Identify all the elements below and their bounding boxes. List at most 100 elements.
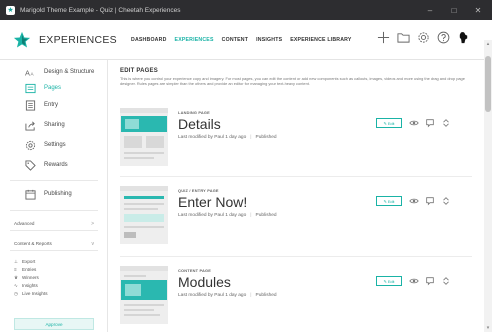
page-thumbnail[interactable]	[120, 266, 168, 324]
app-icon: ★	[6, 5, 15, 15]
user-icon[interactable]	[456, 30, 470, 44]
page-name: Enter Now!	[178, 194, 248, 210]
comment-icon[interactable]	[424, 195, 436, 207]
app-header: EXPERIENCES DASHBOARD EXPERIENCES CONTEN…	[0, 20, 492, 60]
page-thumbnail[interactable]	[120, 108, 168, 166]
gear-icon	[24, 139, 36, 151]
entry-icon	[24, 99, 36, 111]
advanced-dropdown[interactable]: Advanced >	[10, 217, 98, 231]
chevron-right-icon: >	[91, 220, 94, 227]
help-icon[interactable]	[436, 30, 450, 44]
report-label: Insights	[22, 283, 38, 288]
nav-insights[interactable]: INSIGHTS	[256, 37, 282, 43]
sidebar-item-publishing[interactable]: Publishing	[10, 186, 102, 202]
status-badge: Published	[255, 135, 277, 140]
page-meta: Last modified by Paul 1 day ago | Publis…	[178, 293, 277, 298]
maximize-button[interactable]: □	[442, 0, 466, 20]
page-card-modules: CONTENT PAGE Modules Last modified by Pa…	[120, 266, 472, 332]
minimize-button[interactable]: –	[418, 0, 442, 20]
page-thumbnail[interactable]	[120, 186, 168, 244]
nav-dashboard[interactable]: DASHBOARD	[131, 37, 167, 43]
sidebar-item-label: Publishing	[44, 191, 72, 197]
approve-button[interactable]: Approve	[14, 318, 94, 330]
page-meta: Last modified by Paul 1 day ago | Publis…	[178, 213, 277, 218]
report-label: Live Insights	[22, 291, 48, 296]
sidebar-divider	[10, 180, 98, 181]
sidebar-item-pages[interactable]: Pages	[10, 80, 102, 96]
sidebar-item-rewards[interactable]: Rewards	[10, 157, 102, 173]
nav-content[interactable]: CONTENT	[222, 37, 248, 43]
page-name: Details	[178, 116, 221, 132]
comment-icon[interactable]	[424, 117, 436, 129]
plus-icon[interactable]	[376, 30, 390, 44]
page-type: CONTENT PAGE	[178, 268, 212, 273]
status-badge: Published	[255, 293, 277, 298]
main-scrollbar[interactable]: ▴ ▾	[484, 40, 492, 332]
scroll-down-arrow-icon[interactable]: ▾	[484, 324, 492, 332]
page-card-details: LANDING PAGE Details Last modified by Pa…	[120, 108, 472, 184]
brand-star-icon[interactable]	[12, 30, 32, 50]
report-insights[interactable]: ∿ Insights	[14, 282, 38, 289]
sidebar-item-settings[interactable]: Settings	[10, 137, 102, 153]
last-modified: Last modified by Paul 1 day ago	[178, 213, 247, 218]
report-live-insights[interactable]: ◷ Live Insights	[14, 290, 48, 297]
advanced-label: Advanced	[14, 221, 35, 226]
page-description: This is where you control your experienc…	[120, 76, 465, 87]
sidebar-item-label: Entry	[44, 102, 59, 108]
edit-button[interactable]: ✎ Edit	[376, 196, 402, 206]
sidebar-item-label: Rewards	[44, 162, 68, 168]
report-winners[interactable]: ♛ Winners	[14, 274, 39, 281]
eye-icon[interactable]	[408, 275, 420, 287]
tag-icon	[24, 159, 36, 171]
nav-experiences[interactable]: EXPERIENCES	[175, 37, 214, 43]
calendar-icon	[24, 188, 36, 200]
window-title: Marigold Theme Example - Quiz | Cheetah …	[20, 6, 181, 14]
sidebar-item-entry[interactable]: Entry	[10, 97, 102, 113]
reorder-icon[interactable]	[440, 117, 452, 129]
reorder-icon[interactable]	[440, 195, 452, 207]
main-content: EDIT PAGES This is where you control you…	[108, 60, 484, 332]
gear-icon[interactable]	[416, 30, 430, 44]
sidebar-item-label: Sharing	[44, 122, 65, 128]
page-card-enter-now: QUIZ / ENTRY PAGE Enter Now! Last modifi…	[120, 186, 472, 262]
scrollbar-thumb[interactable]	[485, 56, 491, 112]
report-entries[interactable]: ≡ Entries	[14, 266, 36, 273]
crown-icon: ♛	[14, 274, 19, 280]
sidebar-item-label: Settings	[44, 142, 66, 148]
eye-icon[interactable]	[408, 195, 420, 207]
svg-text:A: A	[30, 71, 34, 76]
last-modified: Last modified by Paul 1 day ago	[178, 293, 247, 298]
page-name: Modules	[178, 274, 231, 290]
main-nav: DASHBOARD EXPERIENCES CONTENT INSIGHTS E…	[131, 37, 360, 43]
svg-text:A: A	[25, 68, 30, 77]
content-reports-label: Content & Reports	[14, 241, 52, 246]
sidebar-item-sharing[interactable]: Sharing	[10, 117, 102, 133]
entries-icon: ≡	[14, 267, 17, 272]
chevron-down-icon: v	[91, 240, 95, 247]
sidebar-item-design-structure[interactable]: AA Design & Structure	[10, 64, 102, 80]
design-icon: AA	[24, 66, 36, 78]
brand-name: EXPERIENCES	[39, 33, 117, 46]
report-label: Winners	[22, 275, 39, 280]
edit-button[interactable]: ✎ Edit	[376, 118, 402, 128]
nav-experience-library[interactable]: EXPERIENCE LIBRARY	[290, 37, 351, 43]
status-badge: Published	[255, 213, 277, 218]
reorder-icon[interactable]	[440, 275, 452, 287]
comment-icon[interactable]	[424, 275, 436, 287]
folder-icon[interactable]	[396, 30, 410, 44]
content-reports-dropdown[interactable]: Content & Reports v	[10, 237, 98, 251]
page-title: EDIT PAGES	[120, 68, 158, 74]
clock-icon: ◷	[14, 290, 19, 296]
page-meta: Last modified by Paul 1 day ago | Publis…	[178, 135, 277, 140]
report-export[interactable]: ⊥ Export	[14, 258, 35, 265]
sidebar-item-label: Design & Structure	[44, 69, 95, 75]
report-label: Export	[22, 259, 36, 264]
close-button[interactable]: ✕	[466, 0, 490, 20]
page-type: LANDING PAGE	[178, 110, 210, 115]
pages-icon	[24, 82, 36, 94]
eye-icon[interactable]	[408, 117, 420, 129]
scroll-up-arrow-icon[interactable]: ▴	[484, 40, 492, 48]
share-icon	[24, 119, 36, 131]
sidebar-item-label: Pages	[44, 85, 62, 91]
edit-button[interactable]: ✎ Edit	[376, 276, 402, 286]
